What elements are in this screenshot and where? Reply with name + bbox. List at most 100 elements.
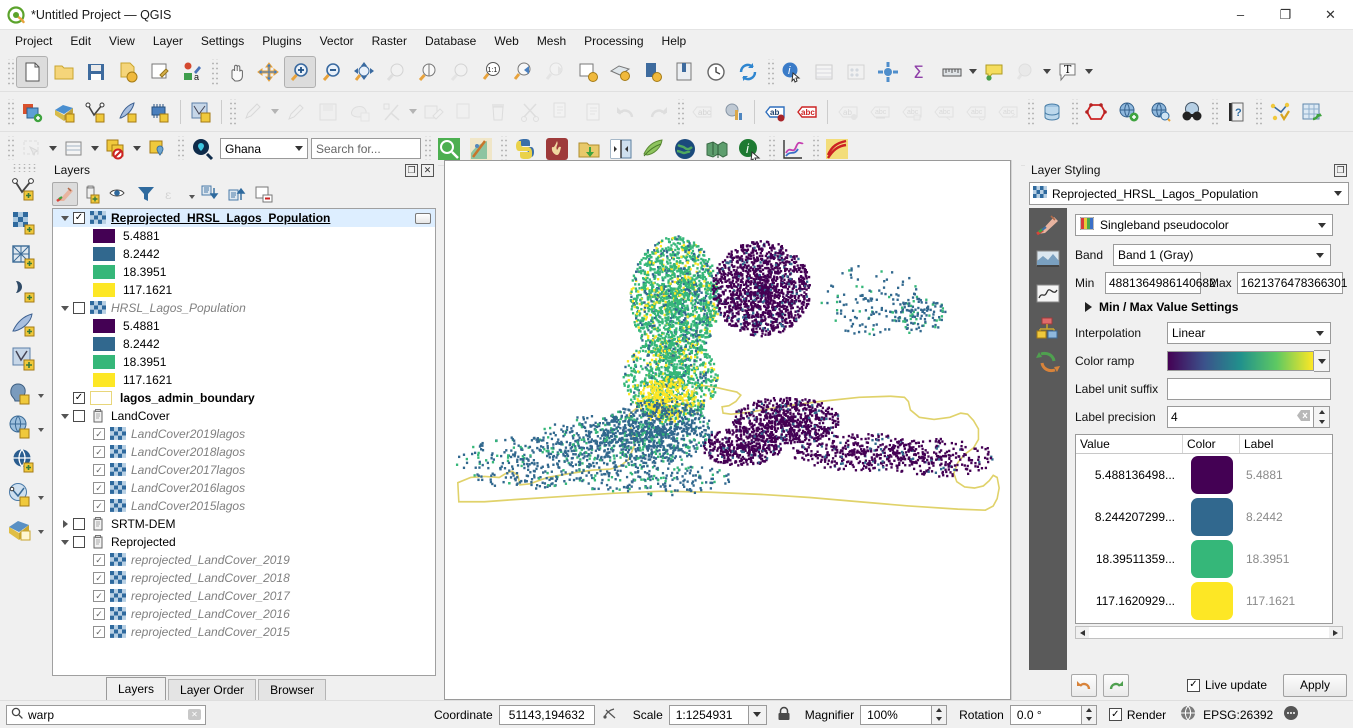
color-map-row[interactable]: 5.488136498... 5.4881 bbox=[1076, 454, 1332, 496]
help-button[interactable]: ? bbox=[1220, 96, 1252, 128]
modify-attributes-button[interactable] bbox=[418, 96, 450, 128]
field-calculator-button[interactable] bbox=[840, 56, 872, 88]
band-combo[interactable]: Band 1 (Gray) bbox=[1113, 244, 1331, 266]
filter-legend-button[interactable] bbox=[133, 182, 159, 206]
expand-all-button[interactable] bbox=[197, 182, 223, 206]
menu-plugins[interactable]: Plugins bbox=[253, 32, 310, 50]
highlight-pinned-labels-button[interactable]: ab bbox=[759, 96, 791, 128]
left-dock-grip[interactable] bbox=[11, 164, 37, 172]
menu-layer[interactable]: Layer bbox=[144, 32, 192, 50]
search-input[interactable]: Search for... bbox=[311, 138, 421, 159]
pin-labels-button[interactable]: abc bbox=[791, 96, 823, 128]
color-map-label[interactable]: 8.2442 bbox=[1240, 510, 1332, 524]
scroll-track[interactable] bbox=[1089, 627, 1329, 638]
float-panel-icon[interactable]: ❐ bbox=[405, 163, 418, 177]
panel-tab-layers[interactable]: Layers bbox=[106, 677, 167, 700]
color-swatch[interactable] bbox=[1190, 456, 1233, 494]
undo-style-button[interactable] bbox=[1071, 673, 1097, 697]
color-map-row[interactable]: 8.244207299... 8.2442 bbox=[1076, 496, 1332, 538]
add-wms-layer-button[interactable] bbox=[1112, 96, 1144, 128]
float-style-panel-icon[interactable]: ❐ bbox=[1334, 163, 1347, 177]
open-layer-styling-button[interactable] bbox=[52, 182, 78, 206]
undo-button[interactable] bbox=[610, 96, 642, 128]
magnifier-stepper[interactable] bbox=[932, 704, 948, 725]
apply-button[interactable]: Apply bbox=[1282, 673, 1347, 697]
new-shapefile-layer-button[interactable] bbox=[16, 96, 48, 128]
metasearch-button[interactable] bbox=[1176, 96, 1208, 128]
color-ramp-dropdown[interactable] bbox=[1314, 350, 1330, 372]
close-panel-icon[interactable]: ✕ bbox=[421, 163, 434, 177]
layer-visibility-checkbox[interactable]: ✓ bbox=[93, 446, 105, 458]
add-wms-layer-side-button[interactable] bbox=[3, 410, 37, 444]
label-unit-suffix-input[interactable] bbox=[1167, 378, 1331, 400]
save-project-as-button[interactable] bbox=[112, 56, 144, 88]
render-checkbox[interactable]: ✓ bbox=[1108, 708, 1122, 721]
color-map-label[interactable]: 18.3951 bbox=[1240, 552, 1332, 566]
table-header-color[interactable]: Color bbox=[1183, 435, 1240, 453]
toggle-editing-button[interactable] bbox=[280, 96, 312, 128]
edit-label-button[interactable]: abc bbox=[992, 96, 1024, 128]
add-virtual-layer-side-button[interactable] bbox=[7, 342, 41, 376]
filter-expression-caret[interactable] bbox=[187, 182, 196, 206]
label-precision-input[interactable]: 4 bbox=[1167, 406, 1314, 428]
zoom-to-layer-button[interactable] bbox=[412, 56, 444, 88]
show-hide-labels-button[interactable]: ab bbox=[832, 96, 864, 128]
rotation-input[interactable]: 0.0 ° bbox=[1009, 704, 1082, 725]
scale-combo[interactable]: 1:1254931 bbox=[668, 704, 749, 725]
layer-tree-row[interactable]: ✓ reprojected_LandCover_2015 bbox=[53, 623, 435, 641]
menu-vector[interactable]: Vector bbox=[311, 32, 363, 50]
live-update-toggle[interactable]: ✓ Live update bbox=[1187, 678, 1267, 692]
layer-tree-row[interactable]: 8.2442 bbox=[53, 245, 435, 263]
layer-tree-row[interactable]: ✓ LandCover2019lagos bbox=[53, 425, 435, 443]
add-vector-layer-side-button[interactable] bbox=[7, 172, 41, 206]
pan-map-button[interactable] bbox=[220, 56, 252, 88]
redo-button[interactable] bbox=[642, 96, 674, 128]
toolbar-grip[interactable] bbox=[766, 58, 774, 85]
new-print-layout-button[interactable] bbox=[636, 56, 668, 88]
statistical-summary-button[interactable]: Σ bbox=[904, 56, 936, 88]
layer-tree-row[interactable]: LandCover bbox=[53, 407, 435, 425]
style-layer-combo[interactable]: Reprojected_HRSL_Lagos_Population bbox=[1029, 182, 1349, 205]
zoom-next-button[interactable] bbox=[540, 56, 572, 88]
layer-visibility-checkbox[interactable]: ✓ bbox=[73, 212, 85, 224]
label-toolbar-abc-button[interactable]: abc bbox=[686, 96, 718, 128]
layer-tree-row[interactable]: 8.2442 bbox=[53, 335, 435, 353]
layer-edit-badge[interactable] bbox=[415, 212, 431, 224]
current-edits-button[interactable] bbox=[238, 96, 270, 128]
toggle-extents-icon[interactable] bbox=[603, 705, 619, 724]
toolbar-grip[interactable] bbox=[6, 135, 14, 162]
color-map-color-cell[interactable] bbox=[1183, 456, 1240, 494]
layer-visibility-checkbox[interactable] bbox=[73, 410, 85, 422]
layer-tree-row[interactable]: ✓ LandCover2016lagos bbox=[53, 479, 435, 497]
tab-histogram[interactable] bbox=[1034, 282, 1062, 306]
menu-mesh[interactable]: Mesh bbox=[528, 32, 575, 50]
measure-dropdown-caret[interactable] bbox=[968, 56, 978, 88]
menu-settings[interactable]: Settings bbox=[192, 32, 253, 50]
color-map-color-cell[interactable] bbox=[1183, 582, 1240, 620]
layer-visibility-checkbox[interactable]: ✓ bbox=[93, 608, 105, 620]
cut-features-button[interactable] bbox=[514, 96, 546, 128]
crs-globe-icon[interactable] bbox=[1180, 705, 1196, 724]
color-swatch[interactable] bbox=[1190, 540, 1233, 578]
scroll-right-icon[interactable] bbox=[1329, 627, 1342, 638]
revert-label-button[interactable]: abc bbox=[960, 96, 992, 128]
tab-symbology[interactable] bbox=[1034, 248, 1062, 272]
layer-tree-row[interactable]: 117.1621 bbox=[53, 371, 435, 389]
coordinate-input[interactable]: 51143,194632 bbox=[498, 704, 595, 725]
clear-icon[interactable] bbox=[1297, 410, 1310, 424]
layer-tree-row[interactable]: ✓ Reprojected_HRSL_Lagos_Population bbox=[53, 209, 435, 227]
color-swatch[interactable] bbox=[1190, 498, 1233, 536]
save-project-button[interactable] bbox=[80, 56, 112, 88]
canvas-scrollbar[interactable] bbox=[1011, 160, 1021, 700]
add-feature-button[interactable] bbox=[344, 96, 376, 128]
xyz-caret[interactable] bbox=[37, 517, 46, 541]
change-label-button[interactable]: abc bbox=[928, 96, 960, 128]
layer-tree[interactable]: ✓ Reprojected_HRSL_Lagos_Population 5.4881… bbox=[52, 208, 436, 676]
layer-tree-row[interactable]: 5.4881 bbox=[53, 227, 435, 245]
toolbar-grip[interactable] bbox=[228, 98, 236, 125]
symbology-brush-icon[interactable] bbox=[1034, 212, 1062, 241]
toolbar-grip[interactable] bbox=[176, 135, 184, 162]
menu-view[interactable]: View bbox=[100, 32, 144, 50]
add-vector-layer-button[interactable] bbox=[80, 96, 112, 128]
layer-visibility-checkbox[interactable]: ✓ bbox=[93, 500, 105, 512]
